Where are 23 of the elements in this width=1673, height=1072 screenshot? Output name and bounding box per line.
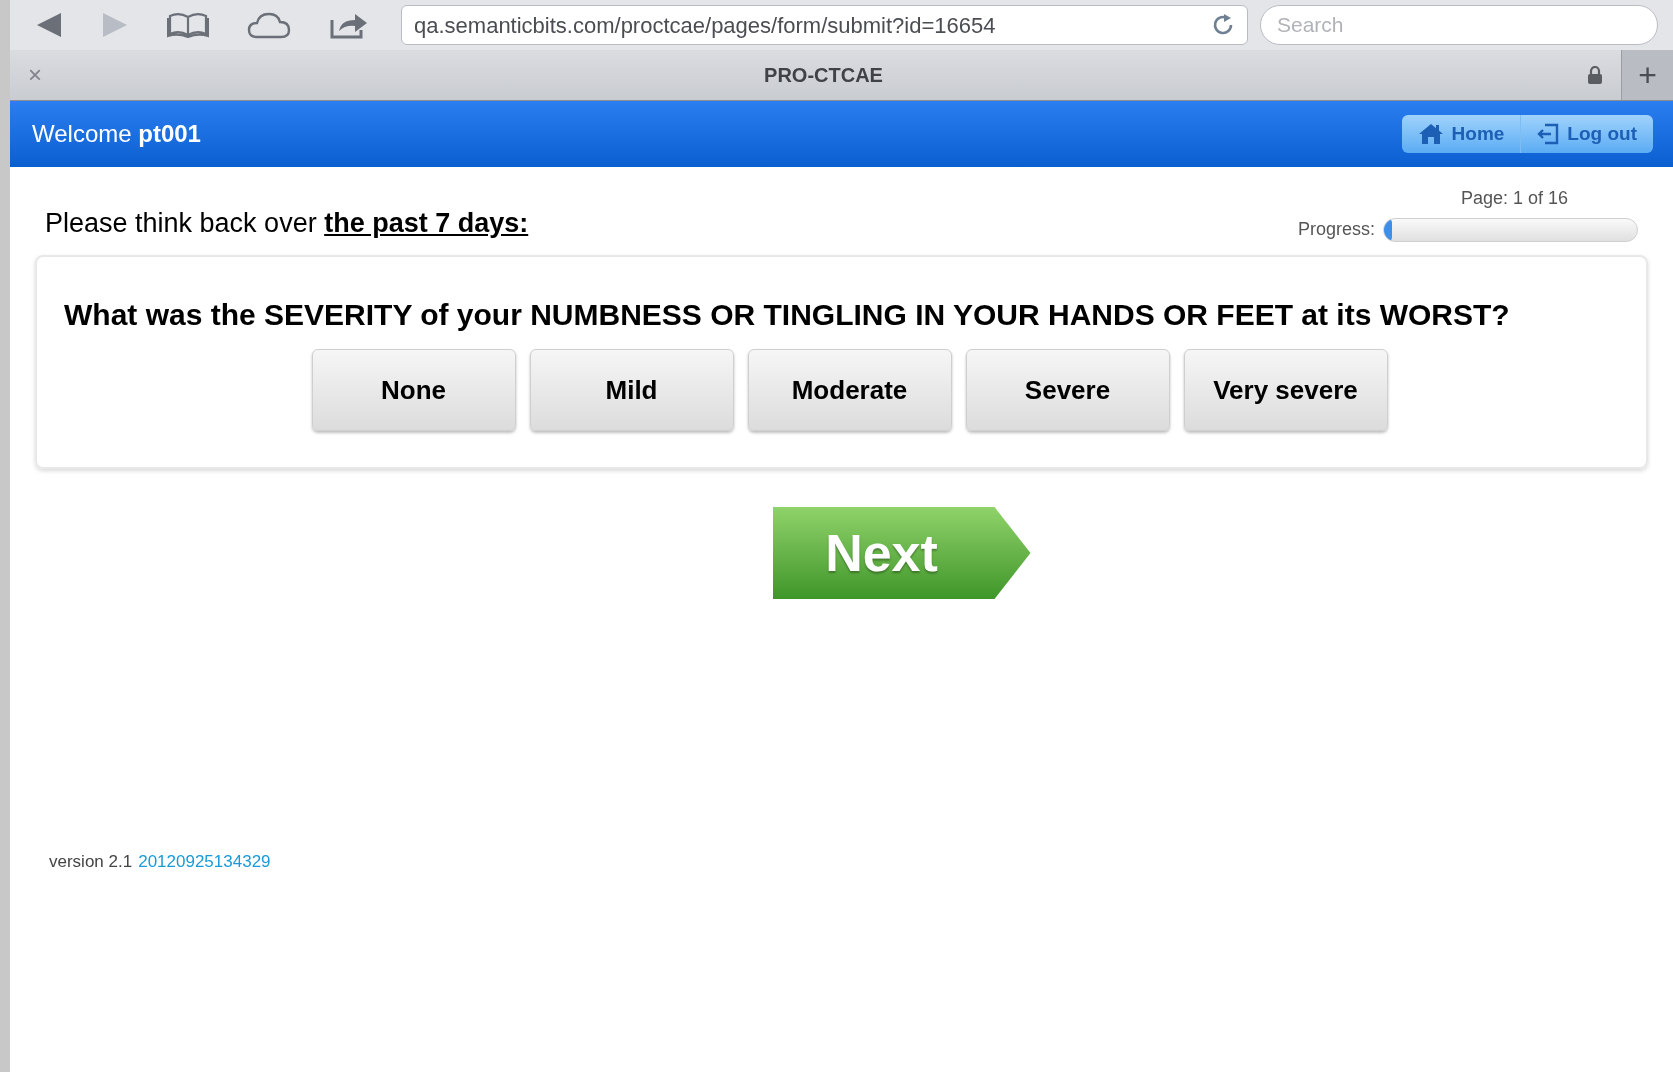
answer-button[interactable]: Moderate <box>747 349 952 431</box>
cloud-icon[interactable] <box>247 11 291 39</box>
back-icon[interactable] <box>35 12 63 38</box>
answer-button[interactable]: Severe <box>965 349 1170 431</box>
page-indicator: Page: 1 of 16 <box>1460 187 1568 210</box>
question-text: What was the SEVERITY of your NUMBNESS OR TINGLING IN YOUR HANDS OR FEET at its WORST? <box>64 297 1511 333</box>
logout-icon <box>1537 123 1560 145</box>
new-tab-button[interactable]: + <box>1621 50 1673 100</box>
answer-button[interactable]: Very severe <box>1183 349 1388 431</box>
tab-title[interactable]: PRO-CTCAE <box>60 60 1587 90</box>
prompt-text: Please think back over the past 7 days: <box>45 206 529 240</box>
progress-label: Progress: <box>1297 218 1375 241</box>
version-text: version 2.1 <box>49 851 133 873</box>
answer-button[interactable]: Mild <box>529 349 734 431</box>
share-icon[interactable] <box>329 11 369 39</box>
answer-button[interactable]: None <box>311 349 516 431</box>
address-bar[interactable]: qa.semanticbits.com/proctcae/pages/form/submit?id=16654 <box>401 5 1248 45</box>
reload-icon[interactable] <box>1211 13 1235 37</box>
home-icon <box>1417 123 1444 145</box>
bookmarks-icon[interactable] <box>167 12 209 38</box>
lock-icon <box>1587 66 1603 84</box>
search-field[interactable]: Search <box>1260 5 1658 45</box>
welcome-text: Welcome pt001 <box>32 119 201 149</box>
